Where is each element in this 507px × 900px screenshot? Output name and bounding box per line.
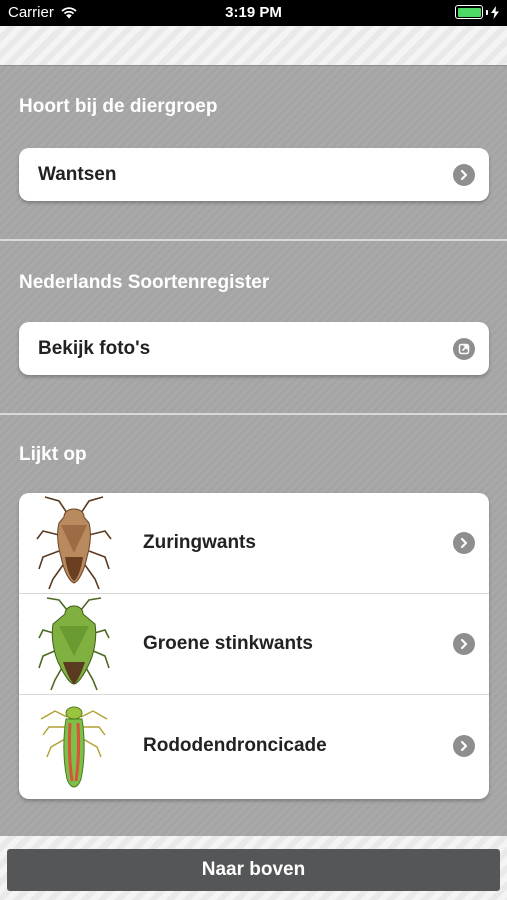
chevron-right-icon <box>453 633 475 655</box>
rhododendron-leafhopper-illustration <box>40 706 108 788</box>
diergroep-button[interactable]: Wantsen <box>19 148 489 201</box>
battery-indicator <box>455 5 499 19</box>
status-bar: Carrier 3:19 PM <box>0 0 507 26</box>
detail-content[interactable]: Hoort bij de diergroep Wantsen Nederland… <box>0 66 507 836</box>
diergroep-label: Wantsen <box>38 163 117 185</box>
brown-shield-bug-illustration <box>36 496 112 590</box>
chevron-right-icon <box>453 734 475 757</box>
green-stink-bug-illustration <box>38 597 110 691</box>
charging-bolt-icon <box>491 5 499 19</box>
section-title-soortenregister: Nederlands Soortenregister <box>19 272 270 293</box>
bekijk-fotos-button[interactable]: Bekijk foto's <box>19 322 489 375</box>
similar-species-list: Zuringwants Groene stinkwants Rododendro… <box>19 493 489 799</box>
status-time: 3:19 PM <box>225 4 282 21</box>
section-title-lijkt-op: Lijkt op <box>19 444 87 465</box>
list-item-groene-stinkwants[interactable]: Groene stinkwants <box>19 594 489 695</box>
species-label: Rododendroncicade <box>143 734 327 756</box>
species-label: Zuringwants <box>143 532 256 553</box>
external-link-icon <box>453 337 475 360</box>
header-strip <box>0 26 507 66</box>
battery-icon <box>455 5 483 19</box>
species-label: Groene stinkwants <box>143 633 313 654</box>
section-divider <box>0 239 507 241</box>
chevron-right-icon <box>453 532 475 554</box>
bekijk-fotos-label: Bekijk foto's <box>38 337 151 359</box>
list-item-rododendroncicade[interactable]: Rododendroncicade <box>19 695 489 796</box>
scroll-to-top-button[interactable]: Naar boven <box>7 849 500 891</box>
list-item-zuringwants[interactable]: Zuringwants <box>19 493 489 594</box>
section-divider <box>0 413 507 415</box>
section-title-diergroep: Hoort bij de diergroep <box>19 96 218 117</box>
chevron-right-icon <box>453 163 475 186</box>
